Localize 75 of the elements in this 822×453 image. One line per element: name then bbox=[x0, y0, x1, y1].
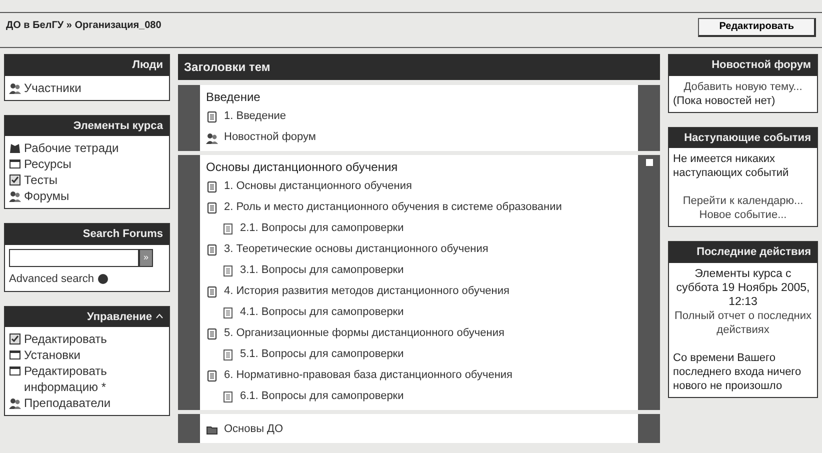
checklist-icon bbox=[9, 333, 21, 345]
window-icon bbox=[9, 349, 21, 361]
document-icon bbox=[206, 328, 218, 340]
sidebar-link[interactable]: Редактировать bbox=[9, 331, 165, 347]
sidebar-link[interactable]: Рабочие тетради bbox=[9, 140, 165, 156]
topic-link[interactable]: 3. Теоретические основы дистанционного обучения bbox=[206, 238, 632, 259]
document-icon bbox=[206, 286, 218, 298]
document-icon bbox=[222, 390, 234, 402]
topic-link[interactable]: Новостной форум bbox=[206, 126, 632, 147]
block-text: (Пока новостей нет) bbox=[673, 94, 776, 108]
block-title: Управление bbox=[86, 310, 152, 324]
edit-button[interactable]: Редактировать bbox=[698, 18, 816, 37]
document-icon bbox=[222, 306, 234, 318]
block-text: Не имеется никаких наступающих событий bbox=[673, 152, 790, 180]
search-field[interactable] bbox=[9, 248, 139, 266]
topic-link[interactable]: 4. История развития методов дистанционного обучения bbox=[206, 280, 632, 301]
topic-link[interactable]: 5.1. Вопросы для самопроверки bbox=[206, 343, 632, 364]
window-icon bbox=[9, 365, 21, 377]
help-icon[interactable] bbox=[98, 274, 108, 284]
topics-header: Заголовки тем bbox=[178, 54, 660, 80]
section-title: Основы дистанционного обучения bbox=[206, 159, 399, 175]
block-link[interactable]: Полный отчет о последних действиях bbox=[673, 308, 813, 336]
people-icon bbox=[9, 82, 21, 94]
sidebar-link[interactable]: Установки bbox=[9, 347, 165, 363]
block-text: Элементы курса с суббота 19 Ноябрь 2005, 12:13 bbox=[675, 266, 811, 308]
block-title: Search Forums bbox=[82, 227, 163, 242]
section-side-bar bbox=[638, 414, 660, 443]
sidebar-link[interactable]: Тесты bbox=[9, 172, 165, 188]
folder-icon bbox=[206, 424, 218, 436]
people-icon bbox=[9, 397, 21, 409]
topic-link[interactable]: 6. Нормативно-правовая база дистанционного обучения bbox=[206, 364, 632, 385]
advanced-search-link[interactable]: Advanced search bbox=[9, 270, 94, 286]
block-title: Элементы курса bbox=[73, 118, 163, 134]
people-icon bbox=[9, 190, 21, 202]
document-icon bbox=[222, 264, 234, 276]
sidebar-link[interactable]: Ресурсы bbox=[9, 156, 165, 172]
block-title: Наступающие события bbox=[669, 128, 817, 148]
block-title: Последние действия bbox=[669, 242, 817, 262]
topic-link[interactable]: 4.1. Вопросы для самопроверки bbox=[206, 301, 632, 322]
section-side-bar bbox=[178, 85, 200, 151]
block-link[interactable]: Перейти к календарю... bbox=[673, 194, 813, 208]
document-icon bbox=[206, 180, 218, 192]
window-icon bbox=[9, 158, 21, 170]
block-title: Люди bbox=[132, 58, 163, 73]
block-title: Новостной форум bbox=[669, 55, 817, 76]
document-icon bbox=[222, 348, 234, 360]
document-icon bbox=[206, 244, 218, 256]
checklist-icon bbox=[9, 174, 21, 186]
topic-link[interactable]: Основы ДО bbox=[206, 418, 632, 439]
topic-link[interactable]: 5. Организационные формы дистанционного обучения bbox=[206, 322, 632, 343]
document-icon bbox=[222, 222, 234, 234]
topic-link[interactable]: 3.1. Вопросы для самопроверки bbox=[206, 259, 632, 280]
search-button[interactable]: » bbox=[139, 248, 153, 266]
section-side-bar bbox=[638, 85, 660, 151]
sidebar-link[interactable]: Редактировать информацию * bbox=[9, 363, 165, 395]
topic-link[interactable]: 6.1. Вопросы для самопроверки bbox=[206, 385, 632, 406]
topic-link[interactable]: 2.1. Вопросы для самопроверки bbox=[206, 217, 632, 238]
topic-link[interactable]: 1. Введение bbox=[206, 105, 632, 126]
section-title: Введение bbox=[206, 89, 262, 105]
block-link[interactable]: Новое событие... bbox=[673, 208, 813, 222]
document-icon bbox=[206, 110, 218, 122]
sidebar-link[interactable]: Форумы bbox=[9, 188, 165, 204]
document-icon bbox=[206, 370, 218, 382]
collapse-icon[interactable] bbox=[156, 313, 163, 320]
people-icon bbox=[206, 132, 218, 144]
sidebar-link[interactable]: Преподаватели bbox=[9, 395, 165, 411]
sidebar-link[interactable]: Участники bbox=[9, 80, 165, 96]
block-link[interactable]: Добавить новую тему... bbox=[673, 80, 813, 94]
book-icon bbox=[9, 142, 21, 154]
section-side-bar bbox=[178, 414, 200, 443]
topic-link[interactable]: 1. Основы дистанционного обучения bbox=[206, 175, 632, 196]
document-icon bbox=[206, 202, 218, 214]
breadcrumb: ДО в БелГУ » Организация_080 bbox=[6, 19, 162, 33]
block-text: Со времени Вашего последнего входа ничего нового не произошло bbox=[673, 350, 802, 392]
topic-link[interactable]: 2. Роль и место дистанционного обучения в системе образовании bbox=[206, 196, 632, 217]
